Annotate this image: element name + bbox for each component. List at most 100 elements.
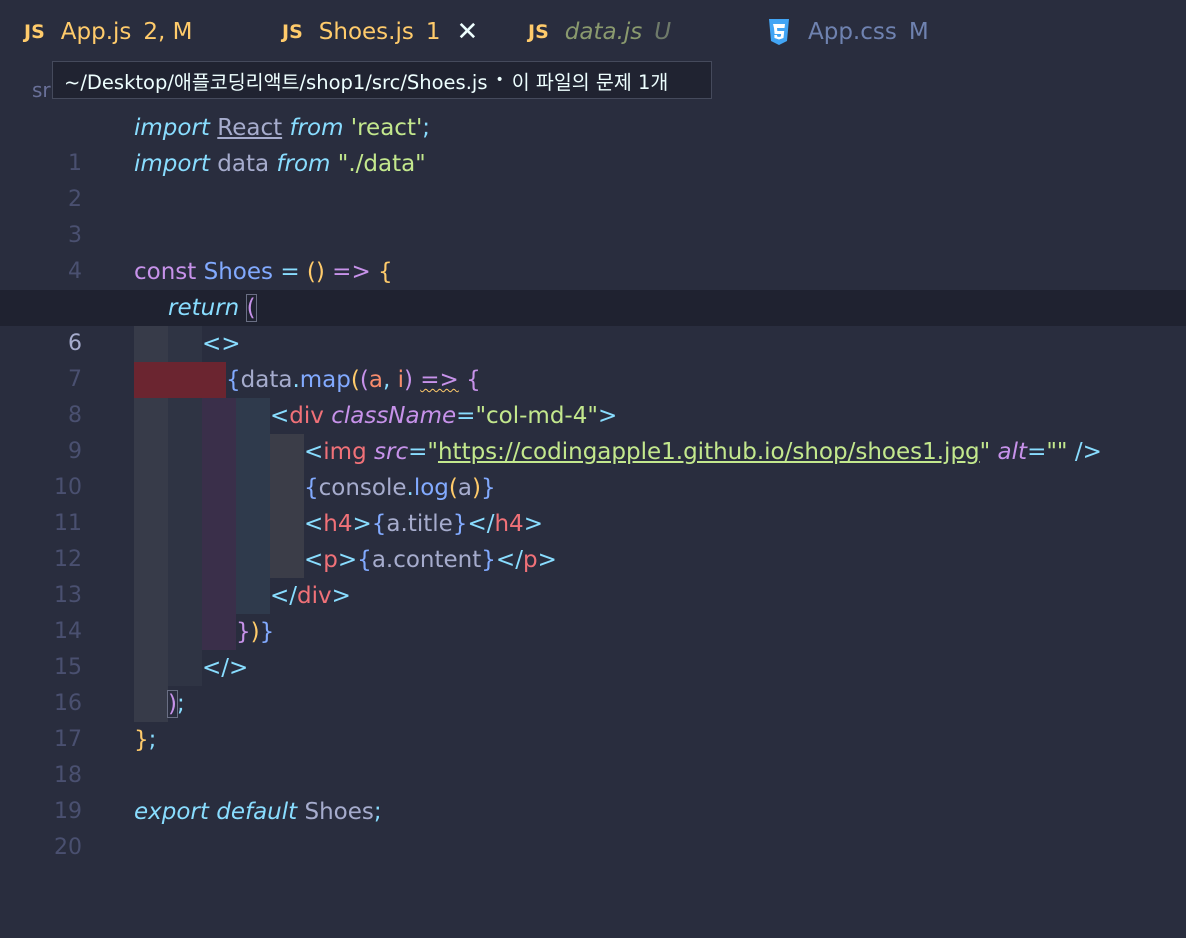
code-line: 20 export default Shoes; — [0, 794, 1186, 860]
token: > — [352, 511, 372, 537]
token: } — [481, 547, 496, 573]
js-file-icon: JS — [528, 21, 549, 43]
token: , — [382, 367, 398, 393]
code-line: 7 <> — [0, 326, 1186, 392]
token: map — [299, 367, 351, 393]
token: . — [406, 475, 414, 501]
token: " — [979, 439, 991, 465]
token: "" — [1046, 439, 1068, 465]
code-line: 3 — [0, 182, 1186, 248]
token: () — [306, 259, 325, 285]
token: div — [297, 583, 332, 609]
token: return — [168, 295, 240, 321]
tab-app-css[interactable]: App.css M — [768, 0, 929, 64]
token: ( — [448, 475, 458, 501]
line-number: 20 — [54, 835, 82, 860]
token: ) — [167, 690, 178, 718]
tab-status-badge: M — [908, 19, 929, 45]
tab-app-js[interactable]: JS App.js 2, M — [24, 0, 193, 64]
css-file-icon — [769, 19, 789, 45]
token: > — [331, 583, 351, 609]
tooltip-problems: 이 파일의 문제 1개 — [511, 70, 669, 94]
token: React — [217, 115, 283, 141]
token: < — [304, 547, 324, 573]
token: "col-md-4" — [475, 403, 598, 429]
tab-status-badge: U — [654, 19, 672, 45]
token: a.title — [386, 511, 453, 537]
code-line: 12 <h4>{a.title}</h4> — [0, 506, 1186, 572]
token: > — [597, 403, 618, 429]
token: } — [480, 475, 496, 501]
code-line: 10 <img src="https://codingapple1.github… — [0, 434, 1186, 500]
token: 'react' — [350, 115, 423, 141]
token: > — [337, 547, 358, 573]
token: ; — [422, 115, 431, 141]
token: default — [216, 799, 298, 825]
code-line: 4 — [0, 218, 1186, 284]
token: { — [304, 475, 319, 501]
token: " — [427, 439, 438, 465]
token: < — [304, 511, 324, 537]
token: > — [537, 547, 557, 573]
tooltip-separator: • — [495, 72, 504, 88]
tooltip-path: ~/Desktop/애플코딩리액트/shop1/src/Shoes.js — [64, 70, 488, 94]
token: = — [456, 403, 476, 429]
token: h4 — [323, 511, 353, 537]
token: ( — [245, 294, 257, 322]
token: img — [323, 439, 367, 465]
tab-label: Shoes.js — [318, 19, 414, 45]
js-file-icon: JS — [282, 21, 303, 43]
token: a — [368, 367, 383, 393]
code-line: 2 import data from "./data" — [0, 146, 1186, 212]
tab-shoes-js[interactable]: JS Shoes.js 1 ✕ — [282, 0, 478, 64]
breadcrumb[interactable]: sr — [32, 78, 51, 102]
code-line: 8 {data.map((a, i) => { — [0, 362, 1186, 428]
file-path-tooltip: ~/Desktop/애플코딩리액트/shop1/src/Shoes.js • 이… — [52, 61, 712, 99]
code-editor[interactable]: 1 import React from 'react'; 2 import da… — [0, 110, 1186, 912]
token: import — [134, 115, 210, 141]
close-icon[interactable]: ✕ — [456, 17, 478, 47]
url-link[interactable]: https://codingapple1.github.io/shop/shoe… — [438, 439, 980, 465]
code-line: 13 <p>{a.content}</p> — [0, 542, 1186, 608]
token: ) — [403, 367, 413, 393]
token: p — [522, 547, 538, 573]
token: log — [413, 475, 449, 501]
token: . — [292, 367, 300, 393]
token: p — [323, 547, 338, 573]
tab-status-badge: 1 — [425, 19, 441, 45]
token: ; — [373, 799, 382, 825]
token: </ — [270, 583, 298, 609]
code-line: 11 {console.log(a)} — [0, 470, 1186, 536]
code-line: 19 — [0, 758, 1186, 824]
token: = — [408, 439, 428, 465]
token: { — [466, 367, 481, 393]
editor-tab-bar: JS App.js 2, M JS Shoes.js 1 ✕ JS data.j… — [0, 0, 1186, 64]
token: ) — [250, 619, 260, 645]
token: h4 — [494, 511, 524, 537]
token: { — [371, 511, 387, 537]
token: <> — [202, 331, 241, 357]
token: src — [374, 439, 409, 465]
token: = — [1027, 439, 1047, 465]
tab-label: data.js — [564, 19, 643, 45]
code-line-active: 6 return ( — [0, 290, 1186, 356]
token: Shoes — [196, 259, 281, 285]
token: ( — [359, 367, 369, 393]
token: </ — [467, 511, 495, 537]
token: => — [324, 259, 371, 285]
token: { — [357, 547, 372, 573]
tab-data-js[interactable]: JS data.js U — [528, 0, 671, 64]
token: className — [331, 403, 457, 429]
token: ; — [176, 691, 185, 717]
token: { — [370, 259, 393, 285]
js-file-icon: JS — [24, 21, 45, 43]
token: } — [259, 619, 275, 645]
token: } — [236, 619, 251, 645]
code-line: 14 </div> — [0, 578, 1186, 644]
token: from — [289, 115, 344, 141]
